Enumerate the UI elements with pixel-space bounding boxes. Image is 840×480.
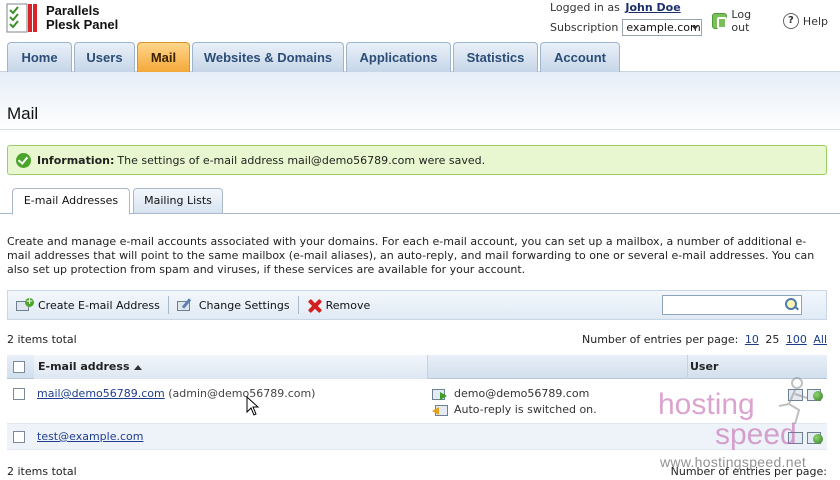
change-settings-button[interactable]: Change Settings [176,297,298,313]
search-input[interactable] [662,295,802,315]
table-row: test@example.com [7,424,827,450]
remove-icon [307,298,322,313]
mouse-cursor-icon [246,396,260,416]
select-all-checkbox[interactable] [13,361,25,373]
row-checkbox[interactable] [13,388,25,400]
per-page-top: Number of entries per page: 10 25 100 Al… [582,333,827,346]
help-link[interactable]: ? Help [782,13,828,29]
email-link[interactable]: test@example.com [37,430,143,443]
email-table: E-mail address User mail@demo56789.com (… [7,355,827,450]
sort-up-icon [133,364,142,370]
row-checkbox[interactable] [13,431,25,443]
email-link[interactable]: mail@demo56789.com [37,387,165,400]
column-user[interactable]: User [687,355,747,379]
brand-line2: Plesk Panel [46,17,119,32]
subtab-mailing-lists[interactable]: Mailing Lists [133,188,223,214]
tab-mail[interactable]: Mail [137,42,190,72]
logout-icon [712,13,728,29]
subscription-select[interactable]: example.com [622,19,702,36]
column-email-label: E-mail address [38,360,130,373]
chevron-down-icon [691,26,698,30]
per-page-label: Number of entries per page: [582,333,739,346]
check-icon [16,152,31,168]
column-email[interactable]: E-mail address [34,355,427,379]
per-page-all[interactable]: All [813,333,827,346]
subtab-email-addresses[interactable]: E-mail Addresses [12,188,130,215]
remove-label: Remove [325,298,371,312]
plesk-logo[interactable]: Parallels Plesk Panel [6,2,118,34]
change-settings-label: Change Settings [198,298,290,312]
logout-link[interactable]: Log out [712,8,771,34]
help-icon: ? [782,13,799,29]
forward-icon [432,388,448,400]
tab-home[interactable]: Home [7,42,72,72]
items-total-top: 2 items total [7,333,77,346]
tab-websites-domains[interactable]: Websites & Domains [192,42,344,72]
autoreply-text: Auto-reply is switched on. [454,403,597,416]
page-description: Create and manage e-mail accounts associ… [7,235,815,276]
remove-button[interactable]: Remove [307,298,379,313]
tab-statistics[interactable]: Statistics [453,42,538,72]
info-text: The settings of e-mail address mail@demo… [117,153,486,167]
logged-in-label: Logged in as [550,1,620,14]
toolbar: + Create E-mail Address Change Settings … [7,290,827,320]
webmail-icon[interactable] [807,430,823,444]
subscription-value: example.com [626,21,701,34]
add-mail-icon: + [16,297,34,313]
tab-applications[interactable]: Applications [346,42,451,72]
autoreply-icon [432,404,448,416]
per-page-25: 25 [765,333,780,346]
subtabs: E-mail Addresses Mailing Lists [0,188,840,215]
edit-mail-icon [176,297,195,313]
create-email-label: Create E-mail Address [38,298,160,312]
logout-label: Log out [731,8,752,34]
autoreply-info: Auto-reply is switched on. [432,403,597,416]
per-page-100[interactable]: 100 [786,333,807,346]
items-total-bottom: 2 items total [7,465,77,478]
forward-address: demo@demo56789.com [454,387,590,400]
mail-settings-icon[interactable] [788,387,804,401]
help-label: Help [802,14,828,28]
main-nav: Home Users Mail Websites & Domains Appli… [0,42,840,72]
per-page-label: Number of entries per page: [670,465,827,478]
brand-line1: Parallels [46,3,100,18]
per-page-10[interactable]: 10 [745,333,759,346]
email-alias: (admin@demo56789.com) [168,387,316,400]
tab-account[interactable]: Account [540,42,620,72]
webmail-icon[interactable] [807,387,823,401]
header: Parallels Plesk Panel Logged in as John … [0,0,840,42]
info-message: Information: The settings of e-mail addr… [7,145,827,175]
tab-users[interactable]: Users [74,42,135,72]
table-header: E-mail address User [7,355,827,379]
mail-settings-icon[interactable] [788,430,804,444]
table-row: mail@demo56789.com (admin@demo56789.com)… [7,379,827,424]
create-email-button[interactable]: + Create E-mail Address [16,297,168,313]
forwarding-info: demo@demo56789.com [432,387,589,400]
page-title: Mail [7,104,39,123]
search-icon[interactable] [785,298,798,311]
plesk-logo-icon [6,2,38,34]
user-box: Logged in as John Doe Subscription examp… [550,0,702,36]
per-page-bottom: Number of entries per page: [671,465,827,478]
subscription-label: Subscription [550,21,619,34]
user-name-link[interactable]: John Doe [625,1,680,14]
info-label: Information: [37,153,115,167]
